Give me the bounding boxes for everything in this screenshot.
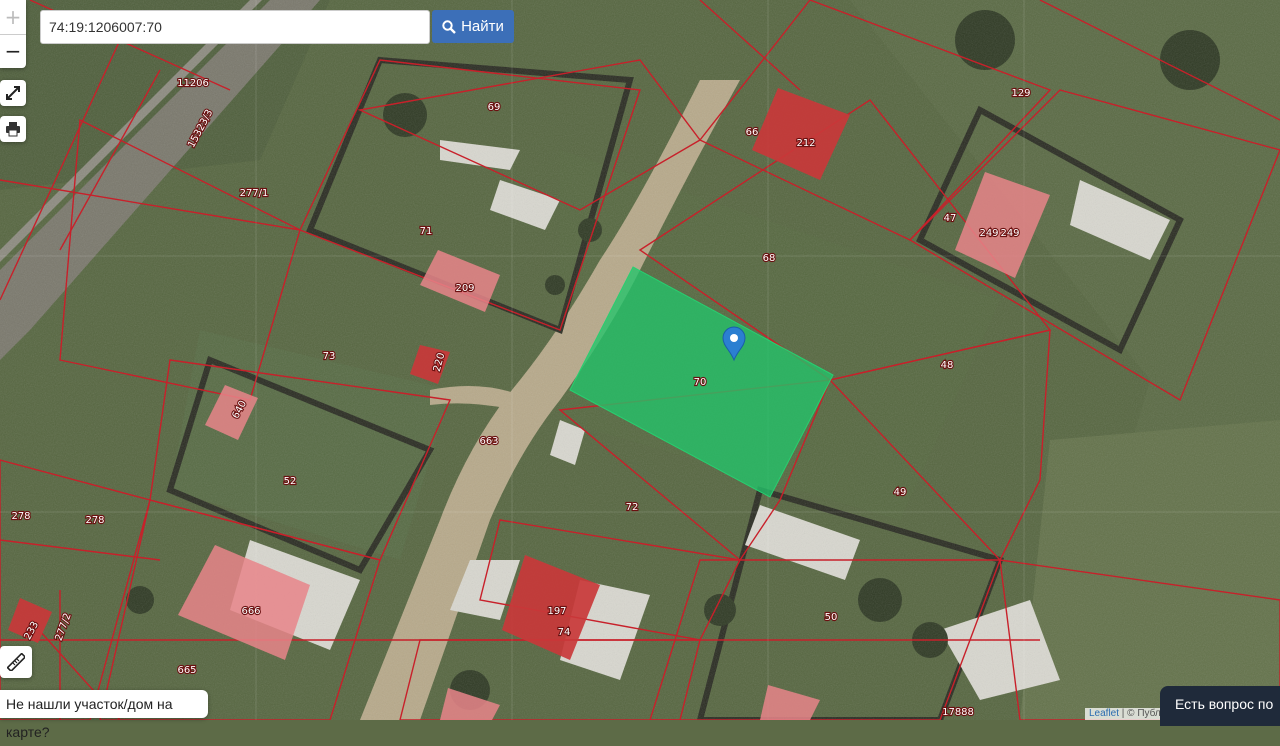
label-129: 129 — [1011, 88, 1030, 99]
label-72: 72 — [626, 502, 639, 513]
label-73: 73 — [323, 351, 336, 362]
leaflet-link[interactable]: Leaflet — [1089, 708, 1119, 719]
label-209: 209 — [455, 283, 474, 294]
label-11206: 11206 — [177, 78, 209, 89]
label-212: 212 — [796, 138, 815, 149]
label-69: 69 — [488, 102, 501, 113]
zoom-in-button[interactable]: + — [0, 0, 26, 35]
zoom-out-button[interactable]: − — [0, 35, 26, 69]
search-icon — [442, 19, 456, 34]
label-249b: 249 — [1000, 228, 1019, 239]
label-68: 68 — [763, 253, 776, 264]
label-70: 70 — [694, 377, 707, 388]
label-666: 666 — [241, 606, 260, 617]
label-665: 665 — [177, 665, 196, 676]
label-663: 663 — [479, 436, 498, 447]
printer-icon — [6, 122, 20, 137]
attribution-rest: | © Публ — [1119, 708, 1161, 719]
label-50: 50 — [825, 612, 838, 623]
satellite-map[interactable]: 11206 15323/3 277/1 69 71 209 73 220 640… — [0, 0, 1280, 720]
attribution: Leaflet | © Публ — [1085, 708, 1165, 720]
label-48: 48 — [941, 360, 954, 371]
expand-icon — [6, 86, 20, 100]
label-74: 74 — [558, 627, 571, 638]
print-button[interactable] — [0, 116, 26, 142]
label-277-1: 277/1 — [240, 188, 269, 199]
label-47: 47 — [944, 213, 957, 224]
zoom-control: + − — [0, 0, 26, 68]
search-button-label: Найти — [461, 18, 504, 35]
fullscreen-button[interactable] — [0, 80, 26, 106]
label-278a: 278 — [11, 511, 30, 522]
label-71: 71 — [420, 226, 433, 237]
label-278b: 278 — [85, 515, 104, 526]
search-button[interactable]: Найти — [432, 10, 514, 43]
label-52: 52 — [284, 476, 297, 487]
ruler-icon — [7, 653, 25, 671]
search-input[interactable]: 74:19:1206007:70 — [40, 10, 430, 44]
label-66: 66 — [746, 127, 759, 138]
chat-widget-button[interactable]: Есть вопрос по — [1160, 686, 1280, 726]
label-197: 197 — [547, 606, 566, 617]
label-17888: 17888 — [942, 707, 974, 718]
measure-button[interactable] — [0, 646, 32, 678]
not-found-link[interactable]: Не нашли участок/дом на карте? — [0, 690, 208, 740]
label-249a: 249 — [979, 228, 998, 239]
label-49: 49 — [894, 487, 907, 498]
